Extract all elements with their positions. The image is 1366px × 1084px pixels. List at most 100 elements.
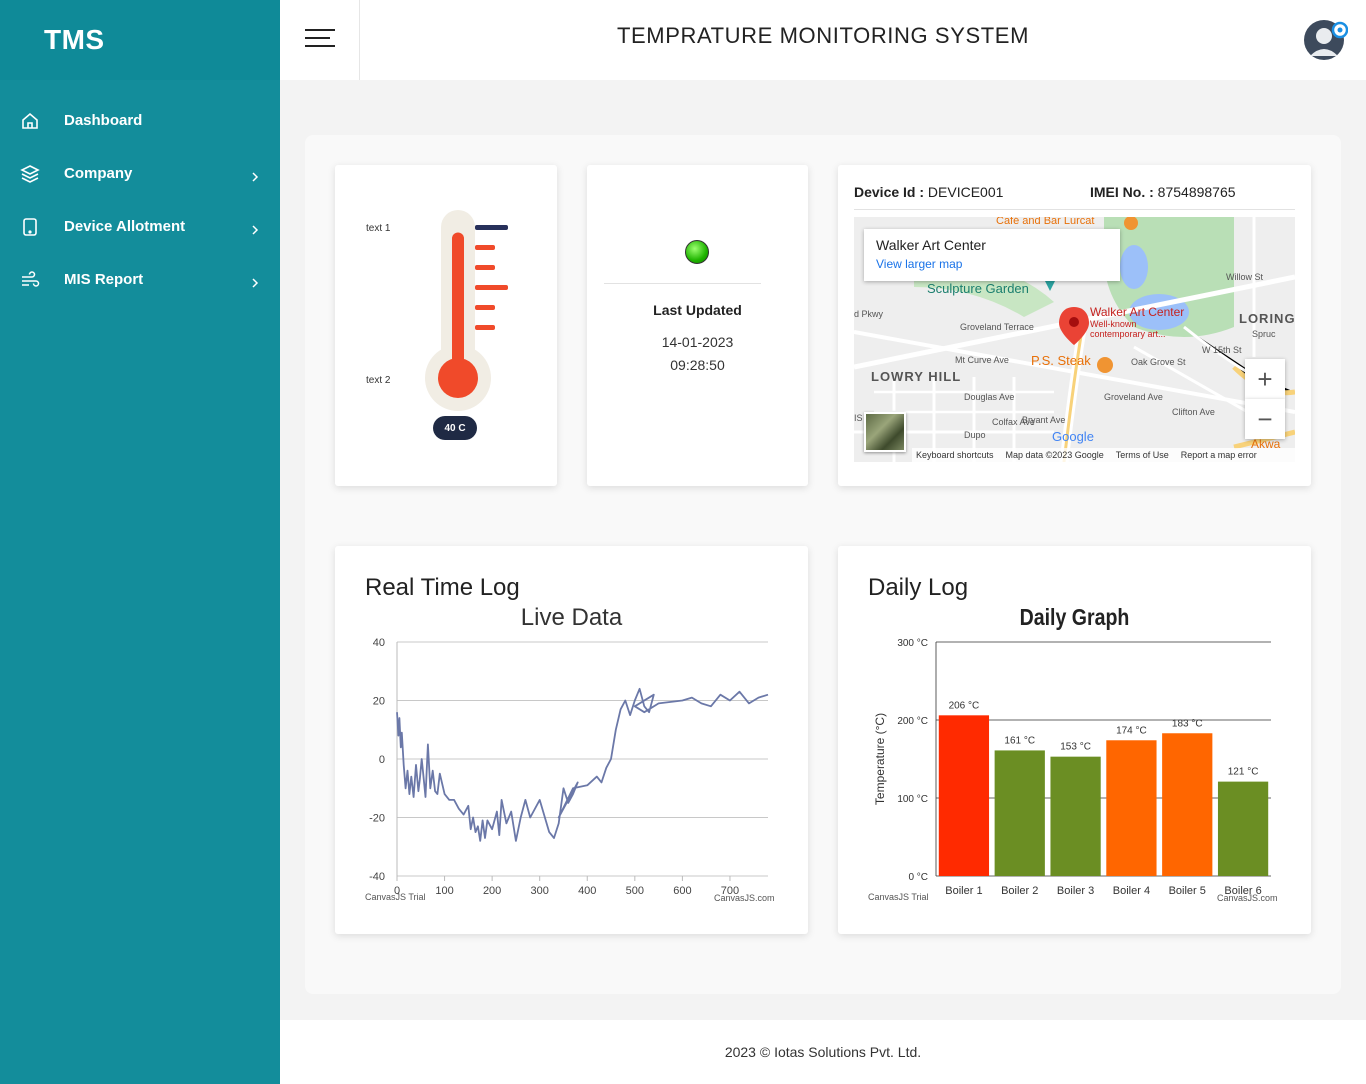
status-indicator-light [685,240,709,264]
tablet-icon [20,217,40,237]
sidebar-item-mis-report[interactable]: MIS Report [0,253,280,306]
page-footer: 2023 © Iotas Solutions Pvt. Ltd. [280,1020,1366,1084]
google-map[interactable]: Café and Bar Lurcat Sculpture Garden LOR… [854,217,1295,462]
daily-bar-chart[interactable]: 0 °C 100 °C 200 °C 300 °C Temperature (°C) 20… [838,546,1311,934]
map-label: d Pkwy [854,309,884,319]
map-label: Café and Bar Lurcat [996,217,1095,227]
y-tick-label: 0 [379,754,385,766]
map-label: Groveland Ave [1104,392,1163,402]
menu-toggle-button[interactable] [280,0,360,80]
daily-log-card: Daily Log Daily Graph 0 °C 100 °C 200 °C 30… [838,546,1311,934]
user-avatar[interactable] [1304,18,1349,62]
device-id-label: Device Id : [854,184,925,200]
google-logo: Google [1052,429,1094,444]
device-id: Device Id : DEVICE001 [854,184,1003,200]
device-map-card: Device Id : DEVICE001 IMEI No. : 8754898… [838,165,1311,486]
device-imei: IMEI No. : 8754898765 [1090,184,1236,200]
sidebar-item-dashboard[interactable]: Dashboard [0,94,280,147]
data-label: 121 °C [1228,767,1259,778]
map-place-name: Walker Art Center [876,237,986,253]
map-label: LOWRY HILL [871,369,962,384]
x-tick-label: 500 [626,885,644,897]
x-tick-label: 300 [531,885,549,897]
thermometer-gauge [425,210,508,411]
y-tick-label: 20 [373,696,385,708]
data-label: 206 °C [949,700,980,711]
copyright-text: 2023 © Iotas Solutions Pvt. Ltd. [724,1044,922,1060]
x-tick-label: 100 [435,885,453,897]
thermometer-label-top: text 1 [366,223,391,234]
satellite-toggle-button[interactable] [864,412,906,452]
home-icon [20,111,40,131]
chart-watermark: CanvasJS.com [714,893,775,903]
map-label: Bryant Ave [1022,415,1066,425]
y-tick-label: 300 °C [897,638,928,649]
map-pin-subtitle: Well-known [1090,319,1137,329]
y-tick-label: 0 °C [908,872,928,883]
chevron-right-icon [250,222,260,235]
map-pin-title: Walker Art Center [1090,305,1185,319]
map-zoom-in-button[interactable]: + [1245,359,1285,399]
page-title: TEMPRATURE MONITORING SYSTEM [616,23,1029,48]
top-bar: TEMPRATURE MONITORING SYSTEM [280,0,1366,80]
terms-of-use-link[interactable]: Terms of Use [1116,450,1169,460]
data-label: 153 °C [1060,742,1091,753]
map-label: Clifton Ave [1172,407,1215,417]
divider [604,283,761,284]
y-axis-title: Temperature (°C) [873,713,887,805]
x-tick-label: Boiler 4 [1113,885,1150,897]
x-tick-label: Boiler 1 [945,885,982,897]
sidebar-item-label: Dashboard [64,112,143,129]
sidebar-item-label: Device Allotment [64,218,186,235]
x-tick-label: Boiler 3 [1057,885,1094,897]
bar [1217,781,1269,876]
y-tick-label: -40 [369,871,385,883]
hamburger-icon [304,28,336,53]
layers-icon [20,164,40,184]
map-label: LORING [1239,311,1295,326]
device-id-value: DEVICE001 [927,184,1004,200]
map-footer: Keyboard shortcuts Map data ©2023 Google… [912,448,1295,462]
map-label: Mt Curve Ave [955,355,1009,365]
thermometer-label-bottom: text 2 [366,375,391,386]
chevron-right-icon [250,169,260,182]
x-tick-label: 400 [578,885,596,897]
brand-logo[interactable]: TMS [0,0,280,80]
sidebar-item-label: Company [64,165,133,182]
map-label: Sculpture Garden [927,281,1029,296]
imei-value: 8754898765 [1157,184,1236,200]
chart-watermark: CanvasJS Trial [868,892,929,902]
sidebar-item-device-allotment[interactable]: Device Allotment [0,200,280,253]
map-pin-label[interactable]: Walker Art Center Well-known contemporar… [1090,306,1184,339]
bar [1162,733,1213,876]
keyboard-shortcuts-link[interactable]: Keyboard shortcuts [916,450,994,460]
device-info-row: Device Id : DEVICE001 IMEI No. : 8754898… [854,184,1295,210]
imei-label: IMEI No. : [1090,184,1154,200]
x-tick-label: Boiler 5 [1169,885,1206,897]
map-pin-subtitle: contemporary art... [1090,329,1166,339]
map-label: Willow St [1226,272,1264,282]
real-time-log-card: Real Time Log Live Data -40 -20 0 20 40 0 100 2… [335,546,808,934]
bar [938,715,990,876]
y-tick-label: 200 °C [897,716,928,727]
series-line [396,687,769,842]
chevron-right-icon [250,275,260,288]
report-map-error-link[interactable]: Report a map error [1181,450,1257,460]
map-zoom-out-button[interactable]: − [1245,399,1285,439]
sidebar-nav: Dashboard Company Device Allotment MIS R… [0,94,280,306]
thermometer-card: text 1 text 2 40 C [335,165,557,486]
map-data-credit: Map data ©2023 Google [1005,450,1104,460]
data-label: 183 °C [1172,718,1203,729]
last-updated-time: 09:28:50 [670,357,725,373]
y-tick-label: 100 °C [897,794,928,805]
view-larger-map-link[interactable]: View larger map [876,257,1108,271]
map-label: IS [854,413,863,423]
x-tick-label: 200 [483,885,501,897]
last-updated-heading: Last Updated [653,302,742,318]
sidebar-item-label: MIS Report [64,271,144,288]
map-label: P.S. Steak [1031,353,1091,368]
bar [994,750,1045,876]
map-label: Douglas Ave [964,392,1015,402]
live-data-chart[interactable]: -40-20020400 100 200 300 400 500 600 700 [335,546,808,934]
sidebar-item-company[interactable]: Company [0,147,280,200]
